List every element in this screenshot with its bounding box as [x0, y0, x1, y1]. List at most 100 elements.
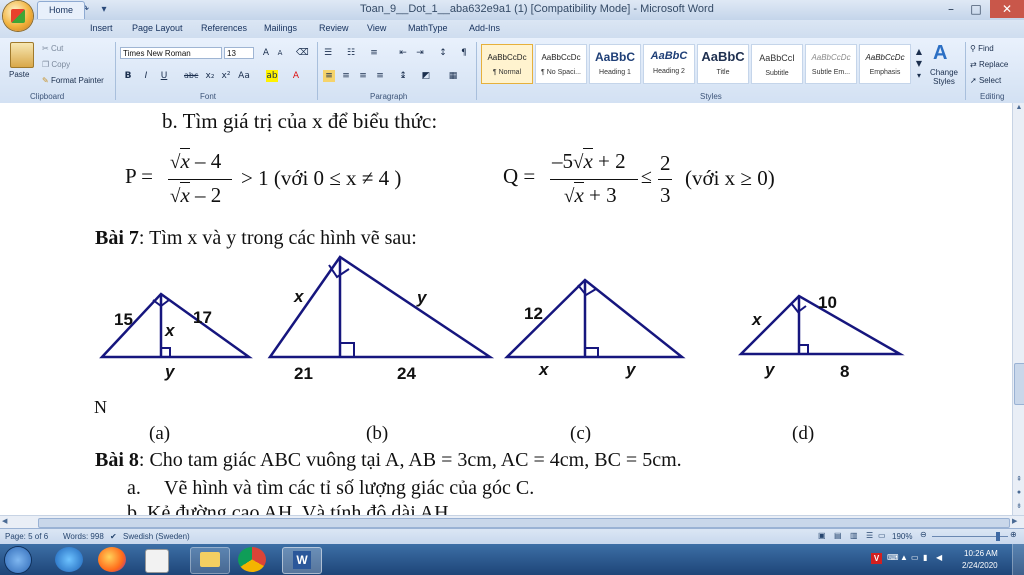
clear-format-icon[interactable]: ⌫	[296, 47, 309, 59]
word-count[interactable]: Words: 998	[63, 532, 104, 541]
volume-icon[interactable]: ◀	[936, 553, 942, 562]
increase-indent-icon[interactable]: ⇥	[414, 47, 426, 59]
shrink-font-icon[interactable]: A	[274, 47, 286, 59]
vertical-scrollbar[interactable]: ▲ ⇞ ● ⇟	[1012, 103, 1024, 515]
horizontal-scrollbar[interactable]: ◀ ▶	[0, 515, 1024, 529]
select-button[interactable]: ➚ Select	[970, 76, 1001, 85]
replace-button[interactable]: ⇄ Replace	[970, 60, 1008, 69]
style-subtitle[interactable]: AaBbCcI Subtitle	[751, 44, 803, 84]
scroll-right-icon[interactable]: ▶	[1012, 517, 1017, 525]
tab-add-ins[interactable]: Add-Ins	[469, 23, 500, 33]
show-marks-icon[interactable]: ¶	[458, 47, 470, 59]
paste-button[interactable]: Paste	[9, 70, 29, 79]
underline-icon[interactable]: U	[158, 70, 170, 82]
tab-mathtype[interactable]: MathType	[408, 23, 448, 33]
sort-icon[interactable]: ↕	[437, 47, 449, 59]
align-left-icon[interactable]: ≡	[323, 70, 335, 82]
zoom-out-icon[interactable]: ⊖	[920, 530, 927, 539]
clock-time[interactable]: 10:26 AM	[964, 549, 998, 558]
numbering-icon[interactable]: ☷	[345, 47, 357, 59]
style-emphasis[interactable]: AaBbCcDc Emphasis	[859, 44, 911, 84]
font-size-combo[interactable]: 13	[224, 47, 254, 59]
subscript-icon[interactable]: x₂	[204, 70, 216, 82]
decrease-indent-icon[interactable]: ⇤	[397, 47, 409, 59]
explorer-taskbar-button[interactable]	[190, 547, 230, 574]
view-outline-icon[interactable]: ☰	[866, 531, 873, 540]
find-button[interactable]: ⚲ Find	[970, 44, 994, 53]
next-page-icon[interactable]: ⇟	[1014, 502, 1024, 512]
zoom-in-icon[interactable]: ⊕	[1010, 530, 1017, 539]
style-subtle-emphasis[interactable]: AaBbCcDc Subtle Em...	[805, 44, 857, 84]
start-button[interactable]	[5, 547, 31, 573]
select-browse-object-icon[interactable]: ●	[1014, 489, 1024, 499]
word-taskbar-button[interactable]: W	[282, 547, 322, 574]
firefox-icon[interactable]	[98, 547, 126, 572]
close-button[interactable]: ✕	[990, 0, 1024, 18]
proofing-icon[interactable]: ✔	[110, 532, 117, 541]
justify-icon[interactable]: ≡	[374, 70, 386, 82]
borders-icon[interactable]: ▦	[447, 70, 459, 82]
shading-icon[interactable]: ◩	[420, 70, 432, 82]
change-styles-button[interactable]: Change Styles	[927, 68, 961, 86]
chrome-icon[interactable]	[238, 547, 266, 572]
view-web-layout-icon[interactable]: ▥	[850, 531, 858, 540]
media-player-icon[interactable]	[145, 549, 169, 573]
highlight-icon[interactable]: ab	[266, 70, 278, 82]
format-painter-button[interactable]: ✎ Format Painter	[42, 76, 104, 85]
paste-icon[interactable]	[10, 42, 34, 68]
view-print-layout-icon[interactable]: ▣	[818, 531, 826, 540]
style-normal[interactable]: AaBbCcDc ¶ Normal	[481, 44, 533, 84]
previous-page-icon[interactable]: ⇞	[1014, 475, 1024, 485]
page-indicator[interactable]: Page: 5 of 6	[5, 532, 48, 541]
tab-home[interactable]: Home	[37, 1, 85, 19]
vertical-scroll-thumb[interactable]	[1014, 363, 1024, 405]
view-draft-icon[interactable]: ▭	[878, 531, 886, 540]
tab-references[interactable]: References	[201, 23, 247, 33]
strikethrough-icon[interactable]: abc	[184, 70, 198, 82]
customize-qat-icon[interactable]: ▾	[97, 3, 111, 16]
tab-insert[interactable]: Insert	[90, 23, 113, 33]
style-title[interactable]: AaBbC Title	[697, 44, 749, 84]
bold-icon[interactable]: B	[122, 70, 134, 82]
styles-scroll-down-icon[interactable]: ▼	[913, 58, 925, 70]
zoom-slider-thumb[interactable]	[996, 532, 1000, 541]
document-page[interactable]: b. Tìm giá trị của x để biểu thức: P = √…	[0, 103, 1012, 515]
clock-date[interactable]: 2/24/2020	[962, 561, 998, 570]
tab-mailings[interactable]: Mailings	[264, 23, 297, 33]
style-no-spacing[interactable]: AaBbCcDc ¶ No Spaci...	[535, 44, 587, 84]
tab-page-layout[interactable]: Page Layout	[132, 23, 183, 33]
superscript-icon[interactable]: x²	[220, 70, 232, 82]
align-center-icon[interactable]: ≡	[340, 70, 352, 82]
show-desktop-button[interactable]	[1012, 544, 1024, 575]
cut-button[interactable]: ✂ Cut	[42, 44, 63, 53]
grow-font-icon[interactable]: A	[260, 47, 272, 59]
font-color-icon[interactable]: A	[290, 70, 302, 82]
maximize-button[interactable]: □	[964, 0, 988, 18]
change-case-icon[interactable]: Aa	[238, 70, 250, 82]
style-heading-2[interactable]: AaBbC Heading 2	[643, 44, 695, 84]
change-styles-icon[interactable]: A	[933, 42, 953, 64]
styles-scroll-up-icon[interactable]: ▲	[913, 46, 925, 58]
zoom-level[interactable]: 190%	[892, 532, 912, 541]
tab-review[interactable]: Review	[319, 23, 349, 33]
language-tray-icon[interactable]: ⌨	[887, 553, 899, 562]
view-full-screen-icon[interactable]: ▤	[834, 531, 842, 540]
italic-icon[interactable]: I	[140, 70, 152, 82]
network-icon[interactable]: ▮	[923, 553, 927, 562]
horizontal-scroll-thumb[interactable]	[38, 518, 1010, 528]
align-right-icon[interactable]: ≡	[357, 70, 369, 82]
language-indicator[interactable]: Swedish (Sweden)	[123, 532, 190, 541]
antivirus-tray-icon[interactable]: V	[871, 553, 882, 564]
show-hidden-icons-icon[interactable]: ▲	[900, 553, 908, 562]
scroll-left-icon[interactable]: ◀	[2, 517, 7, 525]
scroll-up-icon[interactable]: ▲	[1014, 104, 1024, 114]
multilevel-list-icon[interactable]: ≡	[368, 47, 380, 59]
styles-more-icon[interactable]: ▾	[913, 70, 925, 82]
battery-icon[interactable]: ▭	[911, 553, 919, 562]
copy-button[interactable]: ❐ Copy	[42, 60, 70, 69]
internet-explorer-icon[interactable]	[55, 547, 83, 572]
style-heading-1[interactable]: AaBbC Heading 1	[589, 44, 641, 84]
office-button[interactable]	[3, 1, 33, 31]
line-spacing-icon[interactable]: ↨	[397, 70, 409, 82]
bullets-icon[interactable]: ☰	[322, 47, 334, 59]
